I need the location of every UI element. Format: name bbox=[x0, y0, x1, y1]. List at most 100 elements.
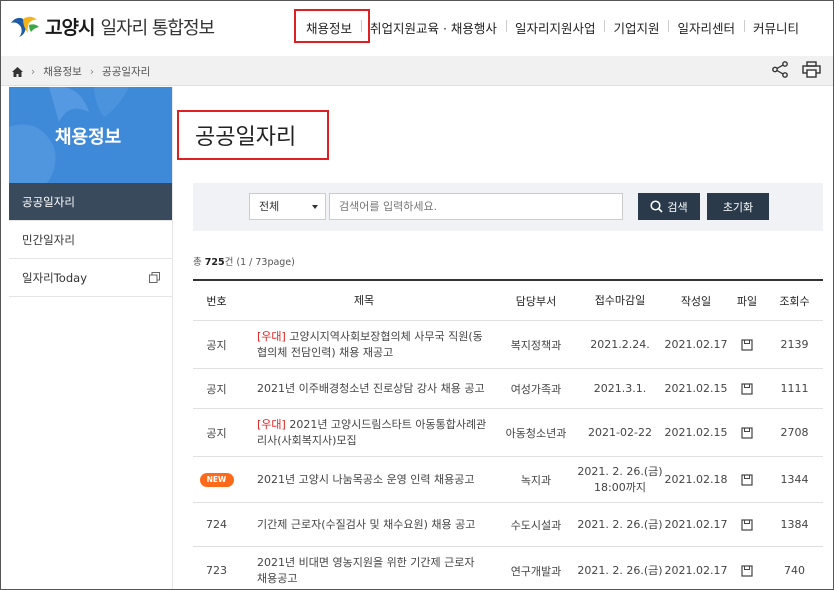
col-header-number: 번호 bbox=[206, 294, 227, 308]
row-file[interactable] bbox=[728, 473, 766, 486]
nav-item-business-support[interactable]: 기업지원 bbox=[604, 18, 668, 37]
row-title: 2021년 고양시드림스타트 아동통합사례관리사(사회복지사)모집 bbox=[257, 417, 487, 447]
file-icon bbox=[741, 474, 753, 486]
file-icon bbox=[741, 427, 753, 439]
row-views: 1111 bbox=[780, 382, 809, 395]
result-count: 총 725건 (1 / 73page) bbox=[193, 254, 295, 268]
file-icon bbox=[741, 383, 753, 395]
count-total: 725 bbox=[204, 257, 225, 268]
table-row[interactable]: 공지 [우대] 고양시지역사회보장협의체 사무국 직원(동협의체 전담인력) 채… bbox=[193, 321, 823, 369]
row-title-link[interactable]: 기간제 근로자(수질검사 및 채수요원) 채용 공고 bbox=[240, 517, 496, 533]
row-title-link[interactable]: 2021년 이주배경청소년 진로상담 강사 채용 공고 bbox=[240, 381, 496, 397]
search-button[interactable]: 검색 bbox=[638, 193, 700, 220]
print-icon[interactable] bbox=[802, 61, 821, 78]
table-header-row: 번호 제목 담당부서 접수마감일 작성일 파일 조회수 bbox=[193, 281, 823, 321]
site-header: 고양시 일자리 통합정보 채용정보 취업지원교육 · 채용행사 일자리지원사업 … bbox=[1, 1, 833, 53]
row-number: 723 bbox=[206, 564, 227, 577]
sidebar-item-label: 민간일자리 bbox=[22, 233, 75, 247]
nav-item-job-support[interactable]: 일자리지원사업 bbox=[505, 18, 605, 37]
col-header-file: 파일 bbox=[736, 294, 758, 308]
table-row[interactable]: NEW 2021년 고양시 나눔목공소 운영 인력 채용공고 녹지과 2021.… bbox=[193, 457, 823, 503]
row-views: 1384 bbox=[780, 518, 809, 531]
sidebar-item-jobs-today[interactable]: 일자리Today bbox=[9, 259, 172, 297]
row-tag: [우대] bbox=[257, 417, 286, 431]
col-header-date: 작성일 bbox=[680, 294, 712, 308]
reset-button[interactable]: 초기화 bbox=[707, 193, 769, 220]
row-date: 2021.02.17 bbox=[664, 518, 728, 531]
row-views: 2139 bbox=[780, 338, 809, 351]
job-table: 번호 제목 담당부서 접수마감일 작성일 파일 조회수 공지 [우대] 고양시지… bbox=[193, 279, 823, 589]
sidebar-item-label: 일자리Today bbox=[22, 271, 87, 285]
row-date: 2021.02.15 bbox=[664, 382, 728, 395]
row-file[interactable] bbox=[728, 338, 766, 351]
row-file[interactable] bbox=[728, 564, 766, 577]
table-row[interactable]: 공지 [우대] 2021년 고양시드림스타트 아동통합사례관리사(사회복지사)모… bbox=[193, 409, 823, 457]
new-window-icon bbox=[149, 272, 160, 283]
logo-main-text: 고양시 bbox=[45, 17, 95, 39]
row-title: 기간제 근로자(수질검사 및 채수요원) 채용 공고 bbox=[257, 517, 476, 531]
home-icon[interactable] bbox=[12, 66, 23, 77]
highlight-box-title bbox=[177, 110, 329, 160]
row-number: 공지 bbox=[206, 338, 227, 352]
table-row[interactable]: 723 2021년 비대면 영농지원을 위한 기간제 근로자 채용공고 연구개발… bbox=[193, 547, 823, 589]
breadcrumb-bar: › 채용정보 › 공공일자리 bbox=[1, 56, 833, 86]
table-row[interactable]: 공지 2021년 이주배경청소년 진로상담 강사 채용 공고 여성가족과 202… bbox=[193, 369, 823, 409]
sidebar-item-public-jobs[interactable]: 공공일자리 bbox=[9, 183, 172, 221]
col-header-dept: 담당부서 bbox=[515, 294, 557, 308]
chevron-right-icon: › bbox=[31, 65, 36, 78]
caret-down-icon bbox=[312, 205, 318, 209]
row-dept: 복지정책과 bbox=[510, 338, 562, 352]
row-dept: 아동청소년과 bbox=[505, 426, 567, 440]
row-dept: 연구개발과 bbox=[510, 564, 562, 578]
search-button-label: 검색 bbox=[667, 201, 688, 214]
row-number: NEW bbox=[193, 472, 240, 487]
row-title-link[interactable]: 2021년 비대면 영농지원을 위한 기간제 근로자 채용공고 bbox=[240, 555, 496, 587]
row-date: 2021.02.18 bbox=[664, 473, 728, 486]
page-tools bbox=[772, 61, 821, 78]
breadcrumb: › 채용정보 › 공공일자리 bbox=[12, 64, 150, 79]
row-date: 2021.02.17 bbox=[664, 564, 728, 577]
sidebar: 채용정보 공공일자리 민간일자리 일자리Today bbox=[9, 87, 173, 589]
row-deadline: 2021. 2. 26.(금) bbox=[577, 517, 663, 531]
row-title-link[interactable]: 2021년 고양시 나눔목공소 운영 인력 채용공고 bbox=[240, 472, 496, 488]
site-logo[interactable]: 고양시 일자리 통합정보 bbox=[9, 13, 215, 40]
file-icon bbox=[741, 339, 753, 351]
highlight-box-nav bbox=[294, 9, 370, 43]
col-header-deadline: 접수마감일 bbox=[594, 293, 646, 307]
select-value: 전체 bbox=[259, 200, 280, 213]
row-date: 2021.02.17 bbox=[664, 338, 728, 351]
search-icon bbox=[650, 200, 663, 213]
sidebar-title: 채용정보 bbox=[55, 127, 122, 148]
search-category-select[interactable]: 전체 bbox=[249, 193, 326, 220]
city-logo-icon bbox=[11, 16, 39, 37]
row-title-link[interactable]: [우대] 2021년 고양시드림스타트 아동통합사례관리사(사회복지사)모집 bbox=[240, 417, 496, 449]
row-date: 2021.02.15 bbox=[664, 426, 728, 439]
reset-button-label: 초기화 bbox=[722, 201, 754, 214]
row-dept: 녹지과 bbox=[520, 473, 552, 487]
share-icon[interactable] bbox=[772, 61, 788, 78]
sidebar-item-private-jobs[interactable]: 민간일자리 bbox=[9, 221, 172, 259]
table-row[interactable]: 724 기간제 근로자(수질검사 및 채수요원) 채용 공고 수도시설과 202… bbox=[193, 503, 823, 547]
row-deadline: 2021. 2. 26.(금) bbox=[577, 563, 663, 577]
row-file[interactable] bbox=[728, 518, 766, 531]
row-deadline: 2021-02-22 bbox=[588, 425, 652, 439]
search-panel: 전체 검색 초기화 bbox=[193, 183, 823, 231]
row-title-link[interactable]: [우대] 고양시지역사회보장협의체 사무국 직원(동협의체 전담인력) 채용 재… bbox=[240, 329, 496, 361]
row-deadline: 2021.3.1. bbox=[593, 381, 647, 395]
nav-item-community[interactable]: 커뮤니티 bbox=[743, 18, 808, 37]
count-suffix: 건 (1 / 73page) bbox=[224, 257, 295, 268]
file-icon bbox=[741, 565, 753, 577]
nav-item-job-center[interactable]: 일자리센터 bbox=[668, 18, 744, 37]
row-deadline: 2021. 2. 26.(금) 18:00까지 bbox=[577, 464, 663, 494]
count-prefix: 총 bbox=[193, 257, 205, 268]
nav-item-training-events[interactable]: 취업지원교육 · 채용행사 bbox=[361, 18, 506, 37]
chevron-right-icon: › bbox=[89, 65, 95, 78]
sidebar-item-label: 공공일자리 bbox=[22, 195, 75, 209]
breadcrumb-item-job-info[interactable]: 채용정보 bbox=[43, 64, 82, 79]
main-nav: 채용정보 취업지원교육 · 채용행사 일자리지원사업 기업지원 일자리센터 커뮤… bbox=[297, 1, 808, 53]
row-file[interactable] bbox=[728, 382, 766, 395]
row-views: 740 bbox=[784, 564, 805, 577]
row-file[interactable] bbox=[728, 426, 766, 439]
search-input[interactable] bbox=[329, 193, 623, 220]
breadcrumb-item-public-jobs[interactable]: 공공일자리 bbox=[102, 64, 150, 79]
